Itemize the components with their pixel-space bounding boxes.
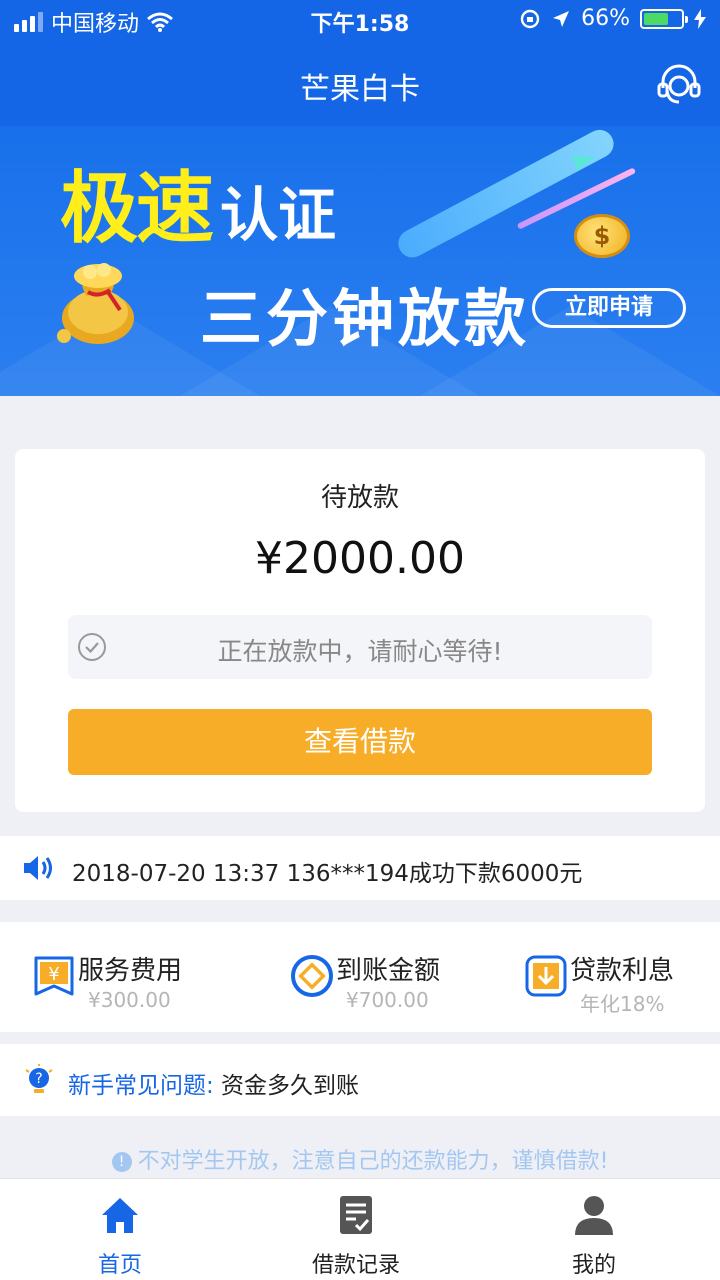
home-icon <box>102 1198 138 1233</box>
tab-profile[interactable]: 我的 <box>514 1193 674 1279</box>
info-icon: ! <box>111 1152 132 1172</box>
promo-banner[interactable]: $ 极速 认证 三分钟放款 立即申请 <box>0 126 720 396</box>
tab-bar: 首页 借款记录 我的 <box>0 1178 720 1280</box>
tab-home[interactable]: 首页 <box>40 1193 200 1279</box>
tab-loan-records-label: 借款记录 <box>311 1253 400 1278</box>
loan-status-card: 待放款 ¥2000.00 正在放款中，请耐心等待! 查看借款 <box>15 449 705 812</box>
received-amount-item: 到账金额 ¥700.00 <box>290 946 510 1016</box>
location-icon <box>553 10 570 27</box>
speaker-icon <box>24 856 52 880</box>
fee-summary: ¥ 服务费用 ¥300.00 到账金额 ¥700.00 贷款利息 年化18% <box>0 922 720 1032</box>
svg-text:¥: ¥ <box>48 964 59 985</box>
loan-interest-icon <box>525 955 567 997</box>
battery-icon <box>640 8 688 29</box>
app-header: 中国移动 下午1:58 66% 芒果白卡 <box>0 0 720 126</box>
received-amount-title: 到账金额 <box>336 956 441 986</box>
customer-service-icon[interactable] <box>656 62 702 108</box>
faq-text: 新手常见问题: 资金多久到账 <box>68 1066 359 1100</box>
service-fee-value: ¥300.00 <box>88 988 171 1012</box>
disbursement-notice-text: 正在放款中，请耐心等待! <box>217 637 503 666</box>
coin-icon: $ <box>574 214 630 258</box>
faq-label: 新手常见问题: <box>68 1073 214 1099</box>
apply-now-button[interactable]: 立即申请 <box>532 288 686 328</box>
announcement-text: 2018-07-20 13:37 136***194成功下款6000元 <box>72 861 583 887</box>
status-bar: 中国移动 下午1:58 66% <box>0 0 720 40</box>
battery-percent: 66% <box>581 6 630 31</box>
received-amount-value: ¥700.00 <box>346 988 429 1012</box>
disbursement-notice: 正在放款中，请耐心等待! <box>68 615 652 679</box>
loan-interest-title: 贷款利息 <box>570 956 675 986</box>
loan-interest-item: 贷款利息 年化18% <box>524 946 720 1016</box>
announcement-ticker: 2018-07-20 13:37 136***194成功下款6000元 <box>0 836 720 900</box>
tab-loan-records[interactable]: 借款记录 <box>276 1193 436 1279</box>
rotation-lock-icon <box>520 9 540 28</box>
loan-interest-value: 年化18% <box>580 992 665 1016</box>
warning-message: ! 不对学生开放，注意自己的还款能力，谨慎借款! <box>0 1143 720 1175</box>
lightbulb-icon: ? <box>25 1064 53 1093</box>
banner-headline-highlight: 极速 <box>60 164 214 254</box>
status-right: 66% <box>519 6 706 31</box>
loan-amount: ¥2000.00 <box>255 533 465 584</box>
records-icon <box>340 1196 372 1234</box>
charging-icon <box>694 8 706 29</box>
service-fee-icon: ¥ <box>34 956 74 996</box>
received-amount-icon <box>291 955 333 997</box>
view-loan-button[interactable]: 查看借款 <box>68 709 652 775</box>
service-fee-title: 服务费用 <box>78 956 183 986</box>
service-fee-item: ¥ 服务费用 ¥300.00 <box>32 946 252 1016</box>
faq-question: 资金多久到账 <box>213 1073 360 1099</box>
faq-link[interactable]: ? 新手常见问题: 资金多久到账 <box>0 1044 720 1116</box>
banner-subheadline: 三分钟放款 <box>200 282 531 355</box>
user-icon <box>575 1196 613 1235</box>
svg-text:?: ? <box>35 1071 42 1087</box>
warning-text: 不对学生开放，注意自己的还款能力，谨慎借款! <box>137 1149 609 1174</box>
page-title: 芒果白卡 <box>300 72 420 107</box>
banner-headline: 认证 <box>220 181 337 249</box>
tab-profile-label: 我的 <box>571 1253 616 1278</box>
loan-status-label: 待放款 <box>320 483 399 513</box>
tab-home-label: 首页 <box>97 1253 142 1278</box>
money-bag-icon <box>57 263 134 344</box>
